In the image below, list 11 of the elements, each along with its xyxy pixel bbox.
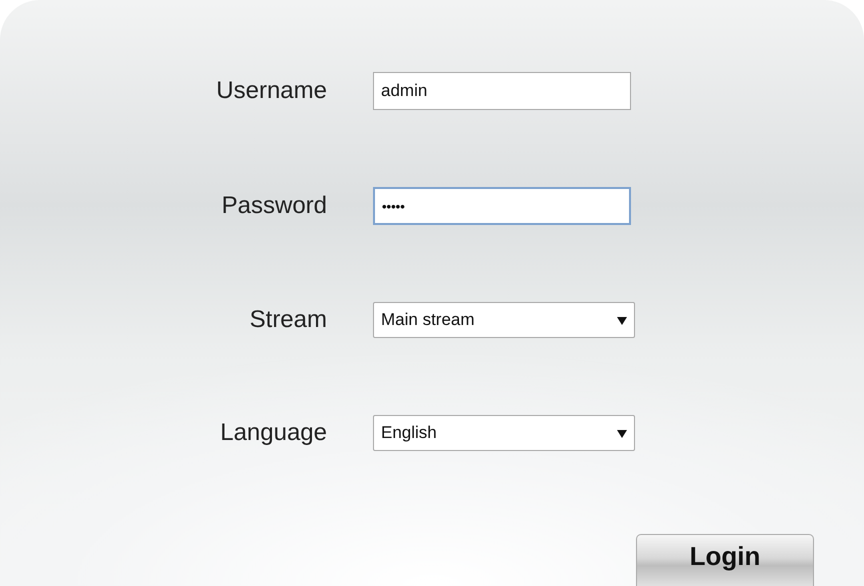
dropdown-caret-icon bbox=[617, 428, 627, 438]
field-label: Language bbox=[219, 419, 327, 447]
dropdown[interactable]: English bbox=[373, 415, 635, 451]
field-label: Stream bbox=[248, 306, 327, 334]
password-field[interactable]: ••••• bbox=[373, 187, 631, 225]
username-field[interactable]: admin bbox=[373, 72, 631, 110]
dropdown-caret-icon bbox=[617, 316, 627, 324]
login-button[interactable]: Login bbox=[636, 534, 814, 586]
field-label: Password bbox=[220, 192, 327, 220]
field-label: Username bbox=[215, 77, 327, 105]
dropdown[interactable]: Main stream bbox=[373, 302, 635, 338]
